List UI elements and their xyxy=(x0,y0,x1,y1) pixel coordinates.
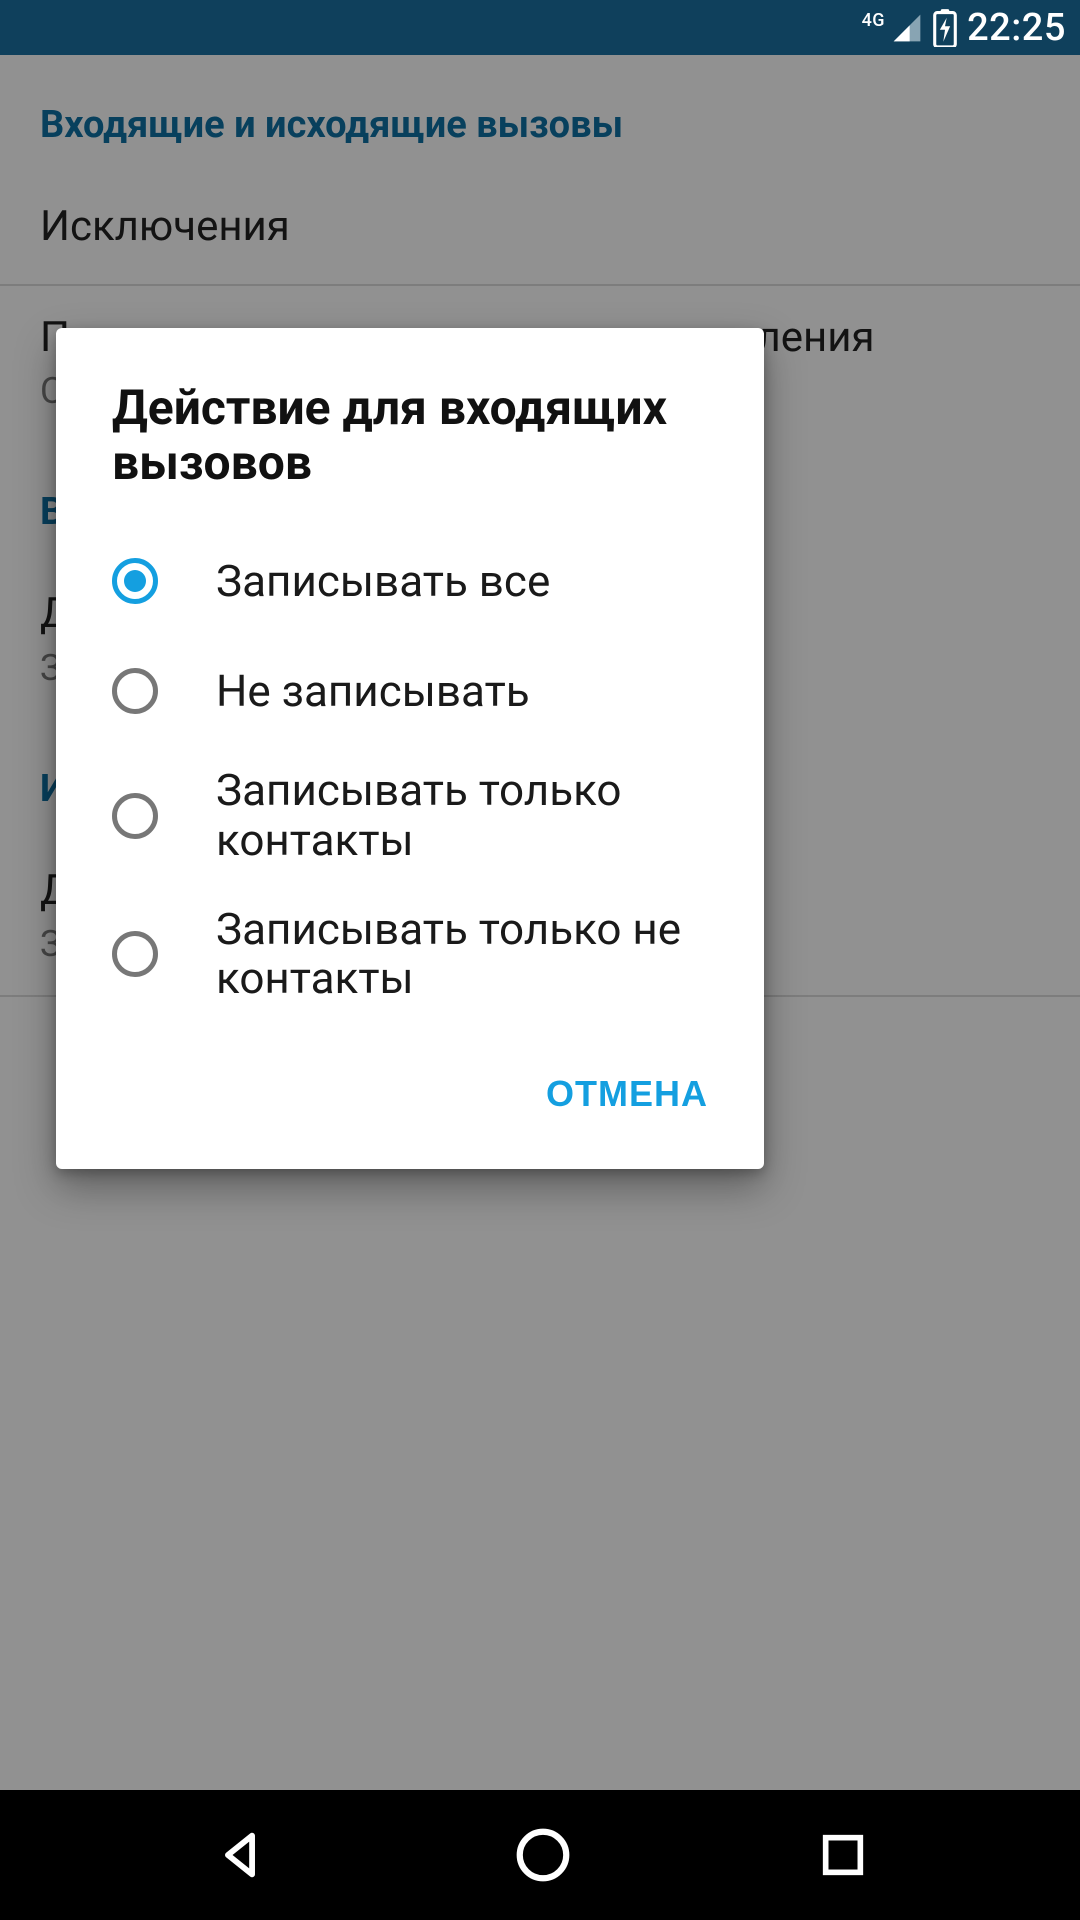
radio-icon xyxy=(112,931,158,977)
option-label: Записывать все xyxy=(216,557,732,606)
option-record-all[interactable]: Записывать все xyxy=(84,526,736,636)
option-record-contacts[interactable]: Записывать только контакты xyxy=(84,746,736,885)
option-label: Не записывать xyxy=(216,667,732,716)
nav-home-icon[interactable] xyxy=(512,1824,574,1886)
option-dont-record[interactable]: Не записывать xyxy=(84,636,736,746)
nav-recent-icon[interactable] xyxy=(817,1829,869,1881)
status-clock: 22:25 xyxy=(967,6,1066,50)
network-4g-label: 4G xyxy=(862,10,886,31)
nav-back-icon[interactable] xyxy=(211,1826,269,1884)
radio-icon xyxy=(112,668,158,714)
option-record-non-contacts[interactable]: Записывать только не контакты xyxy=(84,885,736,1024)
battery-charging-icon xyxy=(933,9,957,47)
dialog-title: Действие для входящих вызовов xyxy=(56,328,764,526)
dialog-actions: ОТМЕНА xyxy=(56,1023,764,1157)
radio-icon xyxy=(112,558,158,604)
status-bar: 4G 22:25 xyxy=(0,0,1080,55)
radio-icon xyxy=(112,793,158,839)
dialog-options: Записывать все Не записывать Записывать … xyxy=(56,526,764,1023)
option-label: Записывать только не контакты xyxy=(216,905,732,1004)
cancel-button[interactable]: ОТМЕНА xyxy=(530,1061,724,1127)
android-navbar xyxy=(0,1790,1080,1920)
signal-icon xyxy=(891,12,923,44)
incoming-action-dialog: Действие для входящих вызовов Записывать… xyxy=(56,328,764,1169)
option-label: Записывать только контакты xyxy=(216,766,732,865)
